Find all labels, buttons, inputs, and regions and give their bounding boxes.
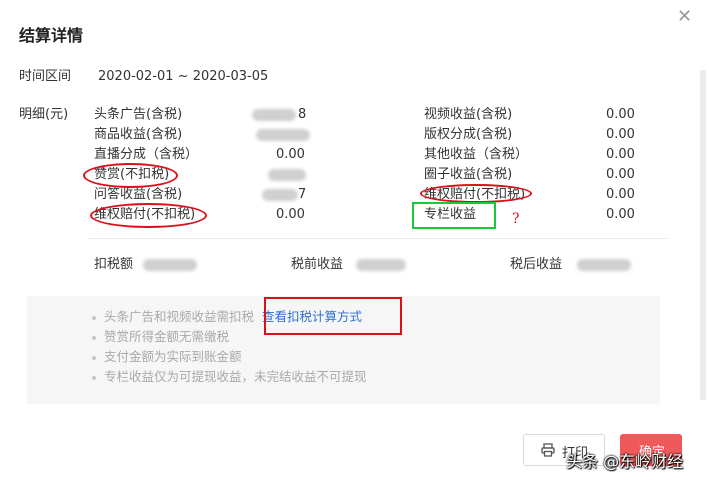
divider	[88, 238, 668, 239]
note-line-4: 专栏收益仅为可提现收益，未完结收益不可提现	[92, 369, 367, 385]
bullet-icon	[92, 335, 96, 340]
blurred-value	[262, 189, 298, 201]
item-value-column: 0.00	[606, 207, 635, 222]
item-value-toutiao-ad: 8	[298, 107, 307, 122]
tax-amount-label: 扣税额	[94, 257, 134, 272]
note-text: 专栏收益仅为可提现收益，未完结收益不可提现	[104, 369, 367, 384]
item-value-rights: 0.00	[276, 207, 305, 222]
blurred-value	[268, 169, 306, 181]
blurred-value	[256, 129, 310, 141]
annotation-circle-reward	[83, 163, 178, 188]
item-label-copyright: 版权分成(含税)	[424, 127, 513, 142]
item-label-other: 其他收益（含税）	[424, 147, 529, 162]
printer-icon	[541, 443, 555, 457]
item-label-video: 视频收益(含税)	[424, 107, 513, 122]
blurred-value	[356, 259, 406, 271]
item-value-other: 0.00	[606, 147, 635, 162]
item-label-qa: 问答收益(含税)	[94, 187, 183, 202]
close-icon[interactable]: ✕	[677, 8, 692, 26]
time-range-label: 时间区间	[19, 69, 72, 84]
item-label-live: 直播分成（含税）	[94, 147, 199, 162]
blurred-value	[143, 259, 197, 271]
note-text: 头条广告和视频收益需扣税	[104, 309, 255, 324]
item-value-copyright: 0.00	[606, 127, 635, 142]
bullet-icon	[92, 355, 96, 360]
item-value-rights-right: 0.00	[606, 187, 635, 202]
blurred-value	[252, 109, 296, 121]
after-tax-label: 税后收益	[510, 257, 563, 272]
annotation-circle-rights-right	[420, 184, 532, 203]
scrollbar[interactable]	[700, 70, 706, 400]
detail-label: 明细(元)	[19, 107, 69, 122]
annotation-box-column	[412, 202, 496, 229]
item-label-goods: 商品收益(含税)	[94, 127, 183, 142]
time-range-value: 2020-02-01 ~ 2020-03-05	[98, 69, 269, 84]
bullet-icon	[92, 375, 96, 380]
annotation-circle-rights	[90, 203, 207, 228]
dialog-title: 结算详情	[19, 26, 84, 45]
pre-tax-label: 税前收益	[291, 257, 344, 272]
blurred-value	[577, 259, 631, 271]
item-value-qa: 7	[298, 187, 307, 202]
item-label-circle: 圈子收益(含税)	[424, 167, 513, 182]
bullet-icon	[92, 315, 96, 320]
note-line-2: 赞赏所得金额无需缴税	[92, 329, 229, 345]
item-value-circle: 0.00	[606, 167, 635, 182]
item-label-toutiao-ad: 头条广告(含税)	[94, 107, 183, 122]
item-value-video: 0.00	[606, 107, 635, 122]
question-mark-annotation: ?	[512, 211, 520, 227]
item-value-live: 0.00	[276, 147, 305, 162]
note-text: 赞赏所得金额无需缴税	[104, 329, 230, 344]
watermark: 头条 @东岭财经	[566, 452, 684, 471]
note-line-3: 支付金额为实际到账金额	[92, 349, 242, 365]
note-text: 支付金额为实际到账金额	[104, 349, 242, 364]
annotation-box-link	[264, 297, 402, 335]
